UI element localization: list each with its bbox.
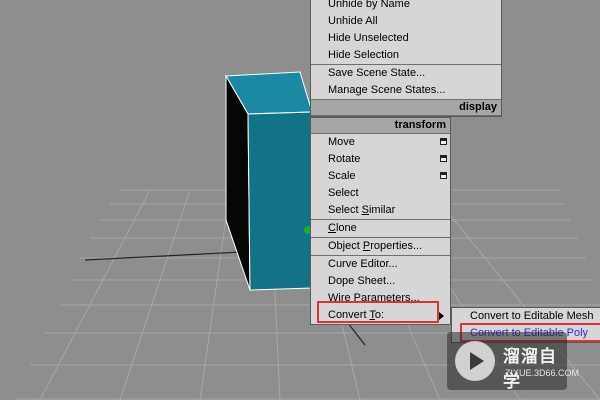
menu-item-clone[interactable]: Clone — [311, 219, 450, 237]
menu-item-move[interactable]: Move — [311, 134, 450, 151]
object-properties-text: Object — [328, 240, 363, 252]
scale-options-icon[interactable] — [440, 172, 447, 179]
menu-item-select[interactable]: Select — [311, 185, 450, 202]
menu-item-object-properties[interactable]: Object Properties... — [311, 237, 450, 255]
select-similar-text: Select — [328, 204, 362, 216]
menu-item-hide-unselected[interactable]: Hide Unselected — [311, 30, 501, 47]
menu-item-scale-label: Scale — [328, 170, 356, 182]
menu-item-hide-selection[interactable]: Hide Selection — [311, 47, 501, 64]
teal-box-object[interactable] — [225, 71, 313, 291]
menu-item-unhide-by-name[interactable]: Unhide by Name — [311, 0, 501, 13]
select-similar-text-rest: imilar — [368, 204, 396, 216]
watermark-title: 溜溜自学 — [503, 347, 557, 391]
highlight-box-convert-to — [317, 301, 439, 323]
rotate-options-icon[interactable] — [440, 155, 447, 162]
transform-menu-header: transform — [311, 118, 450, 134]
display-menu-header: display — [311, 99, 501, 116]
menu-item-rotate-label: Rotate — [328, 153, 361, 165]
menu-item-select-similar[interactable]: Select Similar — [311, 202, 450, 219]
display-quad-menu: Unhide by Name Unhide All Hide Unselecte… — [310, 0, 502, 117]
watermark: 溜溜自学 ZIXUE.3D66.COM — [447, 332, 579, 391]
submenu-arrow-icon — [439, 312, 444, 320]
menu-item-rotate[interactable]: Rotate — [311, 151, 450, 168]
play-logo-icon — [455, 341, 495, 381]
menu-item-move-label: Move — [328, 136, 355, 148]
clone-hotkey-letter: C — [328, 222, 336, 234]
box-front-face — [247, 111, 313, 291]
menu-item-save-scene-state[interactable]: Save Scene State... — [311, 64, 501, 82]
menu-item-manage-scene-states[interactable]: Manage Scene States... — [311, 82, 501, 99]
menu-item-scale[interactable]: Scale — [311, 168, 450, 185]
object-properties-text-rest: roperties... — [370, 240, 423, 252]
menu-item-dope-sheet[interactable]: Dope Sheet... — [311, 273, 450, 290]
watermark-url: ZIXUE.3D66.COM — [505, 368, 580, 378]
move-options-icon[interactable] — [440, 138, 447, 145]
clone-text-rest: lone — [335, 222, 357, 234]
menu-item-unhide-all[interactable]: Unhide All — [311, 13, 501, 30]
transform-quad-menu: transform Move Rotate Scale Select Selec… — [310, 117, 451, 325]
menu-item-curve-editor[interactable]: Curve Editor... — [311, 255, 450, 273]
select-similar-hotkey-letter: S — [361, 204, 369, 216]
